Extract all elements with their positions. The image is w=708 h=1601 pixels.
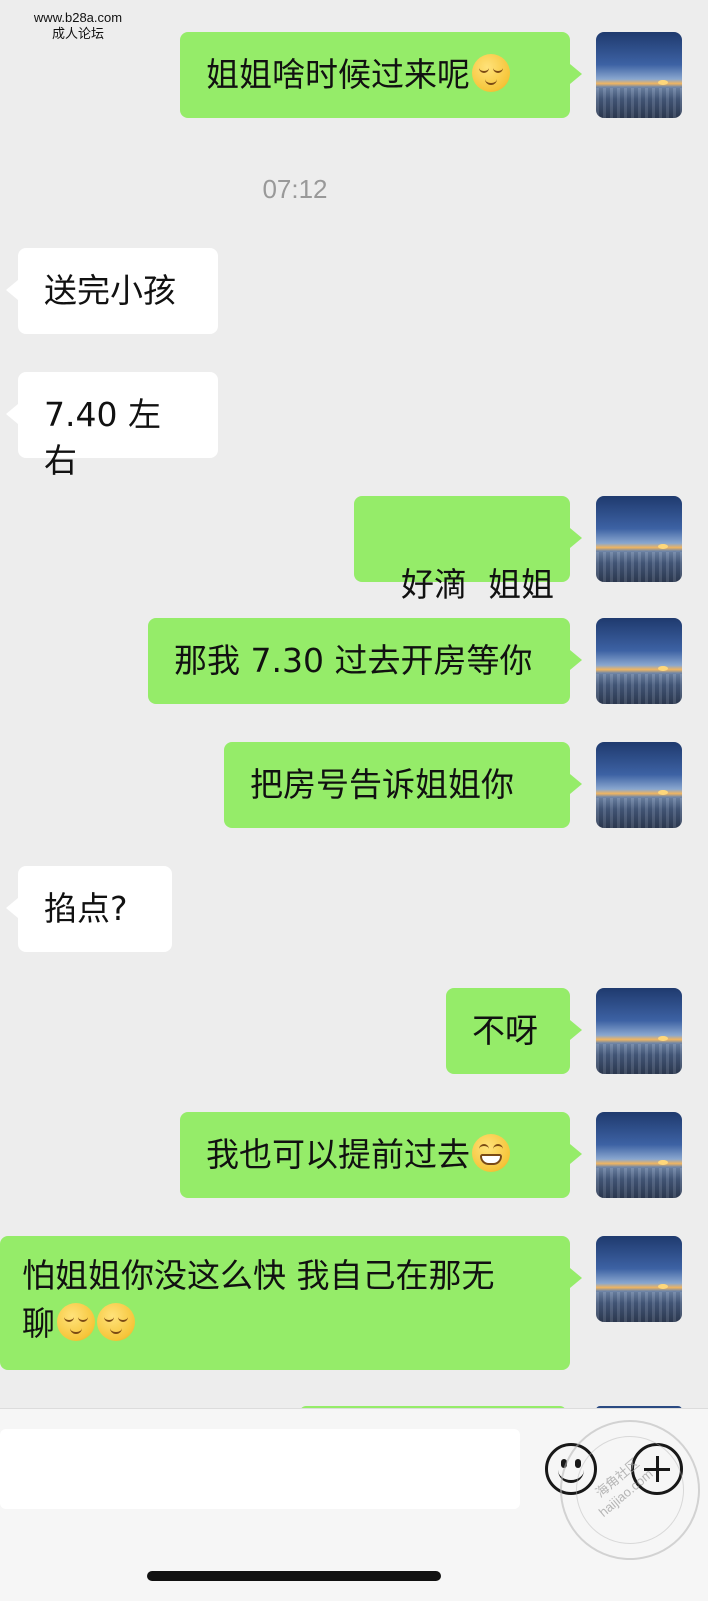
message-text: 掐点? [44,889,128,928]
message-text-line-2: 聊 [22,1304,55,1343]
message-text: 我也可以提前过去 [206,1135,470,1174]
message-text: 那我 7.30 过去开房等你 [174,641,533,680]
smiling-face-with-closed-eyes-emoji-icon [97,1303,135,1341]
my-avatar[interactable] [596,496,682,582]
home-indicator[interactable] [147,1571,441,1581]
message-text-line-1: 怕姐姐你没这么快 我自己在那无 [22,1256,495,1295]
my-avatar[interactable] [596,1236,682,1322]
my-avatar[interactable] [596,742,682,828]
message-text: 把房号告诉姐姐你 [250,765,514,804]
message-text: 不呀 [472,1011,538,1050]
my-avatar[interactable] [596,1112,682,1198]
my-avatar[interactable] [596,988,682,1074]
message-bubble-sent[interactable]: 那我 7.30 过去开房等你 [148,618,582,704]
watermark-forum: 成人论坛 [51,26,104,41]
message-bubble-sent[interactable]: 我也可以提前过去 [180,1112,582,1198]
message-bubble-received[interactable]: 掐点? [6,866,172,952]
chat-timestamp: 07:12 [262,174,328,204]
grinning-face-emoji-icon [472,1134,510,1172]
message-bubble-sent[interactable]: 不呀 [446,988,582,1074]
message-input[interactable] [0,1429,520,1509]
smiling-face-with-closed-eyes-emoji-icon [472,54,510,92]
message-bubble-sent[interactable]: 好滴 姐姐 [354,496,582,604]
message-text: 姐姐啥时候过来呢 [206,55,470,94]
message-text: 好滴 姐姐 [400,565,554,604]
site-watermark: www.b28a.com 成人论坛 [18,10,138,42]
message-text: 送完小孩 [44,271,176,310]
message-bubble-sent[interactable]: 把房号告诉姐姐你 [224,742,582,828]
my-avatar[interactable] [596,32,682,118]
watermark-site: www.b28a.com [33,10,123,25]
smiling-face-with-closed-eyes-emoji-icon [57,1303,95,1341]
message-bubble-received[interactable]: 7.40 左右 [6,372,218,480]
my-avatar[interactable] [596,618,682,704]
message-bubble-received[interactable]: 送完小孩 [6,248,218,334]
message-text: 7.40 左右 [44,395,161,480]
message-bubble-sent[interactable]: 姐姐啥时候过来呢 [180,32,582,118]
message-bubble-sent[interactable]: 怕姐姐你没这么快 我自己在那无 聊 [0,1236,582,1370]
